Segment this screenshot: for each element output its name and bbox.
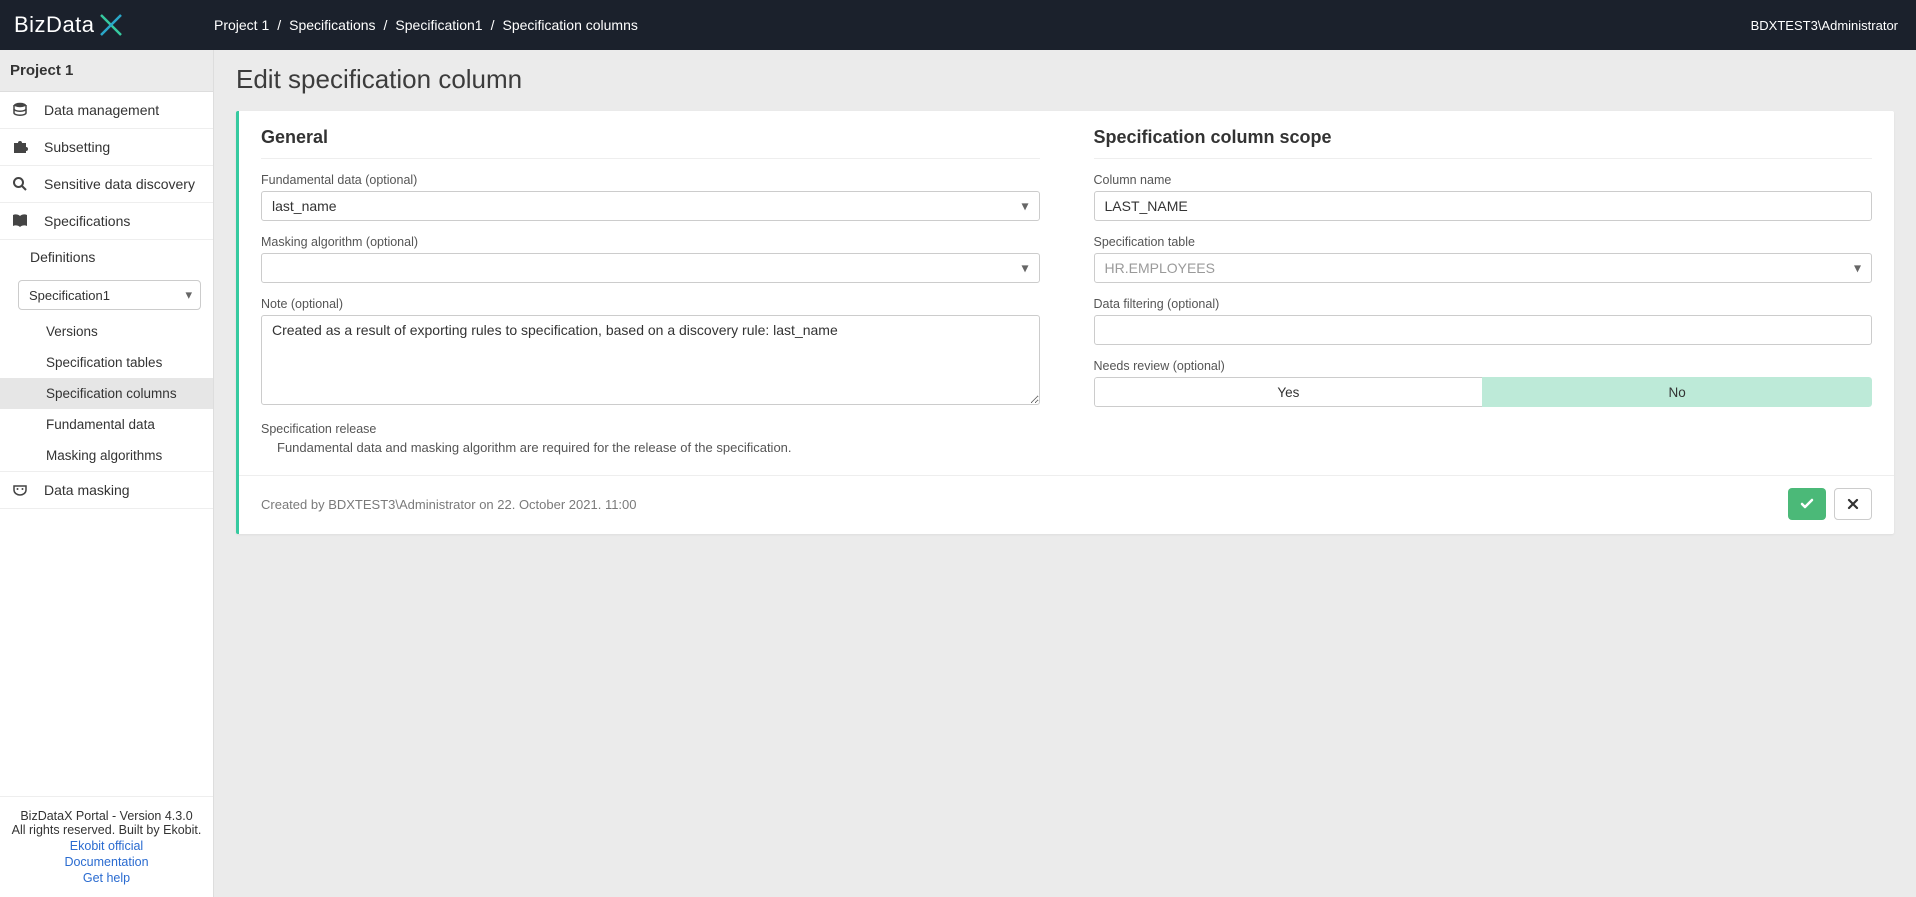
- needs-review-toggle: Yes No: [1094, 377, 1873, 407]
- breadcrumb-item-project[interactable]: Project 1: [214, 17, 269, 33]
- topbar: BizData Project 1 / Specifications / Spe…: [0, 0, 1916, 50]
- database-icon: [12, 102, 32, 118]
- breadcrumb-item-specification1[interactable]: Specification1: [395, 17, 482, 33]
- footer-link-ekobit[interactable]: Ekobit official: [8, 839, 205, 853]
- data-filter-input[interactable]: [1094, 315, 1873, 345]
- sidebar-footer: BizDataX Portal - Version 4.3.0 All righ…: [0, 796, 213, 897]
- check-icon: [1799, 496, 1815, 512]
- note-label: Note (optional): [261, 297, 1040, 311]
- sidebar-item-specifications[interactable]: Specifications: [0, 203, 213, 240]
- puzzle-icon: [12, 139, 32, 155]
- spec-table-label: Specification table: [1094, 235, 1873, 249]
- chevron-down-icon: ▾: [1021, 260, 1028, 277]
- footer-rights: All rights reserved. Built by Ekobit.: [8, 823, 205, 837]
- logo-text: BizData: [14, 12, 95, 38]
- release-note: Fundamental data and masking algorithm a…: [261, 440, 1040, 455]
- release-label: Specification release: [261, 422, 1040, 436]
- scope-section: Specification column scope Column name S…: [1094, 127, 1873, 469]
- sidebar-item-label: Subsetting: [44, 139, 110, 155]
- breadcrumb-item-specifications[interactable]: Specifications: [289, 17, 375, 33]
- sidebar: Project 1 Data management Subsetting Sen…: [0, 50, 214, 897]
- masking-select[interactable]: ▾: [261, 253, 1040, 283]
- save-button[interactable]: [1788, 488, 1826, 520]
- chevron-down-icon: ▾: [1021, 198, 1028, 215]
- logo[interactable]: BizData: [0, 11, 214, 39]
- sidebar-leaf-masking-alg[interactable]: Masking algorithms: [0, 440, 213, 471]
- fundamental-label: Fundamental data (optional): [261, 173, 1040, 187]
- sidebar-spec-select[interactable]: Specification1 ▾: [18, 280, 201, 310]
- search-icon: [12, 176, 32, 192]
- sidebar-item-label: Data management: [44, 102, 159, 118]
- book-icon: [12, 213, 32, 229]
- footer-version: BizDataX Portal - Version 4.3.0: [8, 809, 205, 823]
- column-name-input[interactable]: [1094, 191, 1873, 221]
- sidebar-item-label: Data masking: [44, 482, 130, 498]
- sidebar-item-subsetting[interactable]: Subsetting: [0, 129, 213, 166]
- sidebar-leaf-tables[interactable]: Specification tables: [0, 347, 213, 378]
- masking-label: Masking algorithm (optional): [261, 235, 1040, 249]
- fundamental-select-value: last_name: [272, 198, 337, 214]
- sidebar-leaf-fundamental[interactable]: Fundamental data: [0, 409, 213, 440]
- card-footer: Created by BDXTEST3\Administrator on 22.…: [239, 475, 1894, 534]
- spec-table-select[interactable]: HR.EMPLOYEES ▾: [1094, 253, 1873, 283]
- sidebar-item-label: Sensitive data discovery: [44, 176, 195, 192]
- sidebar-item-discovery[interactable]: Sensitive data discovery: [0, 166, 213, 203]
- sidebar-item-label: Specifications: [44, 213, 130, 229]
- sidebar-leaf-versions[interactable]: Versions: [0, 316, 213, 347]
- logo-icon: [97, 11, 125, 39]
- breadcrumb-sep: /: [491, 17, 495, 33]
- footer-link-docs[interactable]: Documentation: [8, 855, 205, 869]
- mask-icon: [12, 482, 32, 498]
- sidebar-item-data-masking[interactable]: Data masking: [0, 471, 213, 509]
- sidebar-spec-select-value: Specification1: [29, 288, 110, 303]
- sidebar-sub-definitions[interactable]: Definitions: [0, 240, 213, 274]
- sidebar-leaf-columns[interactable]: Specification columns: [0, 378, 213, 409]
- main-content: Edit specification column General Fundam…: [214, 50, 1916, 897]
- created-by-text: Created by BDXTEST3\Administrator on 22.…: [261, 497, 637, 512]
- footer-link-help[interactable]: Get help: [8, 871, 205, 885]
- cancel-button[interactable]: [1834, 488, 1872, 520]
- scope-title: Specification column scope: [1094, 127, 1873, 159]
- edit-card: General Fundamental data (optional) last…: [236, 111, 1894, 534]
- needs-review-no[interactable]: No: [1482, 377, 1872, 407]
- breadcrumb-sep: /: [277, 17, 281, 33]
- breadcrumb: Project 1 / Specifications / Specificati…: [214, 17, 638, 33]
- fundamental-select[interactable]: last_name ▾: [261, 191, 1040, 221]
- data-filter-label: Data filtering (optional): [1094, 297, 1873, 311]
- general-section: General Fundamental data (optional) last…: [261, 127, 1040, 469]
- column-name-label: Column name: [1094, 173, 1873, 187]
- page-title: Edit specification column: [236, 64, 1894, 95]
- spec-table-select-value: HR.EMPLOYEES: [1105, 260, 1215, 276]
- sidebar-item-data-management[interactable]: Data management: [0, 92, 213, 129]
- note-textarea[interactable]: [261, 315, 1040, 405]
- general-title: General: [261, 127, 1040, 159]
- chevron-down-icon: ▾: [1854, 260, 1861, 277]
- sidebar-project-title: Project 1: [0, 50, 213, 92]
- user-label[interactable]: BDXTEST3\Administrator: [1751, 18, 1898, 33]
- needs-review-yes[interactable]: Yes: [1094, 377, 1483, 407]
- needs-review-label: Needs review (optional): [1094, 359, 1873, 373]
- chevron-down-icon: ▾: [185, 287, 192, 303]
- breadcrumb-item-columns[interactable]: Specification columns: [502, 17, 637, 33]
- close-icon: [1847, 498, 1859, 510]
- breadcrumb-sep: /: [384, 17, 388, 33]
